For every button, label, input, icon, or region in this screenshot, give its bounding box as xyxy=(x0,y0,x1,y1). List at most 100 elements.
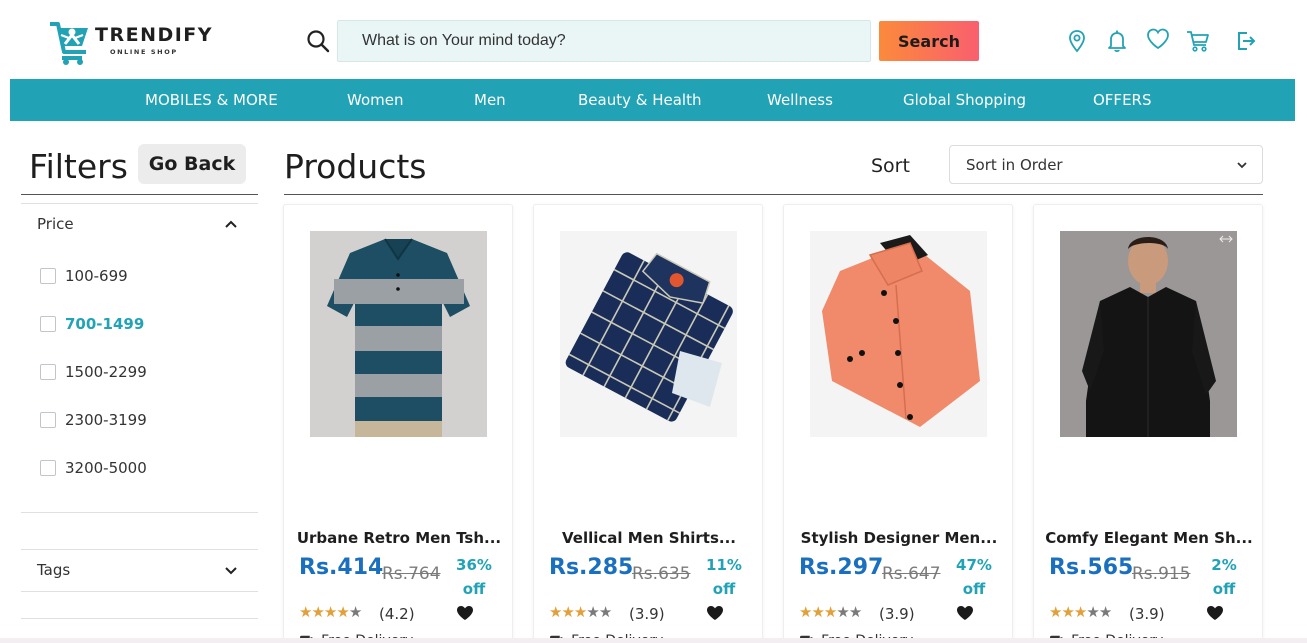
discount-off-word: off xyxy=(462,580,486,598)
filters-title: Filters xyxy=(29,147,128,186)
product-card[interactable]: Stylish Designer Men... Rs.297 Rs.647 47… xyxy=(783,204,1013,643)
search-button[interactable]: Search xyxy=(879,21,979,61)
nav-item-wellness[interactable]: Wellness xyxy=(767,91,833,109)
product-price: Rs.285 xyxy=(549,555,634,580)
product-price: Rs.414 xyxy=(299,555,384,580)
black-shirt-image xyxy=(1060,231,1237,437)
product-mrp: Rs.647 xyxy=(882,564,941,584)
page-bottom-edge xyxy=(0,638,1307,643)
nav-item-beauty-health[interactable]: Beauty & Health xyxy=(578,91,701,109)
heart-icon[interactable] xyxy=(1145,26,1171,52)
sort-label: Sort xyxy=(871,155,910,177)
star-rating: ★★★★★ xyxy=(299,603,362,621)
location-icon[interactable] xyxy=(1064,28,1090,54)
star-rating: ★★★★★ xyxy=(799,603,862,621)
checkbox[interactable] xyxy=(40,364,56,380)
tshirt-image xyxy=(310,231,487,437)
checkbox[interactable] xyxy=(40,412,56,428)
price-option-label: 3200-5000 xyxy=(65,459,147,477)
star-icon: ★ xyxy=(1061,604,1074,621)
discount-off-word: off xyxy=(1212,580,1236,598)
discount-percent: 36% xyxy=(456,556,492,574)
bell-icon[interactable] xyxy=(1104,28,1130,54)
product-price: Rs.297 xyxy=(799,555,884,580)
product-card[interactable]: Urbane Retro Men Tsh... Rs.414 Rs.764 36… xyxy=(283,204,513,643)
checkbox[interactable] xyxy=(40,268,56,284)
product-card[interactable]: Vellical Men Shirts... Rs.285 Rs.635 11%… xyxy=(533,204,763,643)
products-title: Products xyxy=(284,147,427,186)
product-card[interactable]: Comfy Elegant Men Sh... Rs.565 Rs.915 2%… xyxy=(1033,204,1263,643)
rating-value: (3.9) xyxy=(1129,605,1165,623)
product-price: Rs.565 xyxy=(1049,555,1134,580)
brand-tagline: ONLINE SHOP xyxy=(110,48,178,56)
star-icon: ★ xyxy=(836,604,849,621)
star-icon: ★ xyxy=(299,604,312,621)
price-option-label: 100-699 xyxy=(65,267,128,285)
checked-shirt-image xyxy=(560,231,737,437)
brand-logo[interactable]: TRENDIFY ONLINE SHOP xyxy=(48,18,218,68)
discount-off-word: off xyxy=(712,580,736,598)
product-name: Urbane Retro Men Tsh... xyxy=(296,529,502,547)
discount-percent: 11% xyxy=(706,556,742,574)
star-icon: ★ xyxy=(323,604,337,621)
search-input[interactable] xyxy=(337,20,871,62)
chevron-up-icon xyxy=(225,220,237,228)
chevron-down-icon xyxy=(1237,162,1247,169)
star-rating: ★★★★★ xyxy=(549,603,612,621)
wishlist-heart-icon[interactable] xyxy=(456,605,474,621)
discount-badge: 36% off xyxy=(452,553,496,601)
nav-item-mobiles[interactable]: MOBILES & MORE xyxy=(145,91,278,109)
divider xyxy=(21,512,258,513)
nav-item-women[interactable]: Women xyxy=(347,91,403,109)
wishlist-heart-icon[interactable] xyxy=(706,605,724,621)
cart-icon[interactable] xyxy=(1185,28,1211,54)
product-mrp: Rs.635 xyxy=(632,564,691,584)
price-filter-label: Price xyxy=(37,215,74,233)
divider xyxy=(284,194,1263,195)
star-icon: ★ xyxy=(823,604,837,621)
product-name: Comfy Elegant Men Sh... xyxy=(1045,529,1253,547)
product-mrp: Rs.764 xyxy=(382,564,441,584)
star-icon: ★ xyxy=(549,604,562,621)
star-icon: ★ xyxy=(1098,604,1112,621)
price-option-label: 1500-2299 xyxy=(65,363,147,381)
rating-value: (3.9) xyxy=(879,605,915,623)
tags-filter-header[interactable]: Tags xyxy=(21,549,258,593)
star-icon: ★ xyxy=(348,604,362,621)
star-icon: ★ xyxy=(561,604,574,621)
nav-item-global-shopping[interactable]: Global Shopping xyxy=(903,91,1026,109)
checkbox[interactable] xyxy=(40,316,56,332)
star-icon: ★ xyxy=(799,604,812,621)
nav-item-offers[interactable]: OFFERS xyxy=(1093,91,1151,109)
discount-badge: 11% off xyxy=(702,553,746,601)
tags-filter-label: Tags xyxy=(37,561,71,579)
discount-percent: 47% xyxy=(956,556,992,574)
discount-off-word: off xyxy=(962,580,986,598)
star-icon: ★ xyxy=(1086,604,1099,621)
peach-shirt-image xyxy=(810,231,987,437)
divider xyxy=(21,618,258,619)
search-icon[interactable] xyxy=(305,28,331,54)
star-rating: ★★★★★ xyxy=(1049,603,1112,621)
wishlist-heart-icon[interactable] xyxy=(1206,605,1224,621)
rating-value: (3.9) xyxy=(629,605,665,623)
star-icon: ★ xyxy=(336,604,349,621)
sort-selected-value: Sort in Order xyxy=(966,156,1063,174)
star-icon: ★ xyxy=(311,604,324,621)
product-name: Stylish Designer Men... xyxy=(800,529,998,547)
chevron-down-icon xyxy=(225,567,237,575)
star-icon: ★ xyxy=(586,604,599,621)
logout-icon[interactable] xyxy=(1233,28,1259,54)
price-filter-header[interactable]: Price xyxy=(21,203,258,247)
nav-item-men[interactable]: Men xyxy=(474,91,506,109)
star-icon: ★ xyxy=(598,604,612,621)
star-icon: ★ xyxy=(1049,604,1062,621)
go-back-button[interactable]: Go Back xyxy=(138,144,246,184)
divider xyxy=(21,194,258,195)
checkbox[interactable] xyxy=(40,460,56,476)
wishlist-heart-icon[interactable] xyxy=(956,605,974,621)
product-name: Vellical Men Shirts... xyxy=(562,529,736,547)
product-mrp: Rs.915 xyxy=(1132,564,1191,584)
sort-dropdown[interactable]: Sort in Order xyxy=(949,145,1263,184)
discount-badge: 2% off xyxy=(1202,553,1246,601)
